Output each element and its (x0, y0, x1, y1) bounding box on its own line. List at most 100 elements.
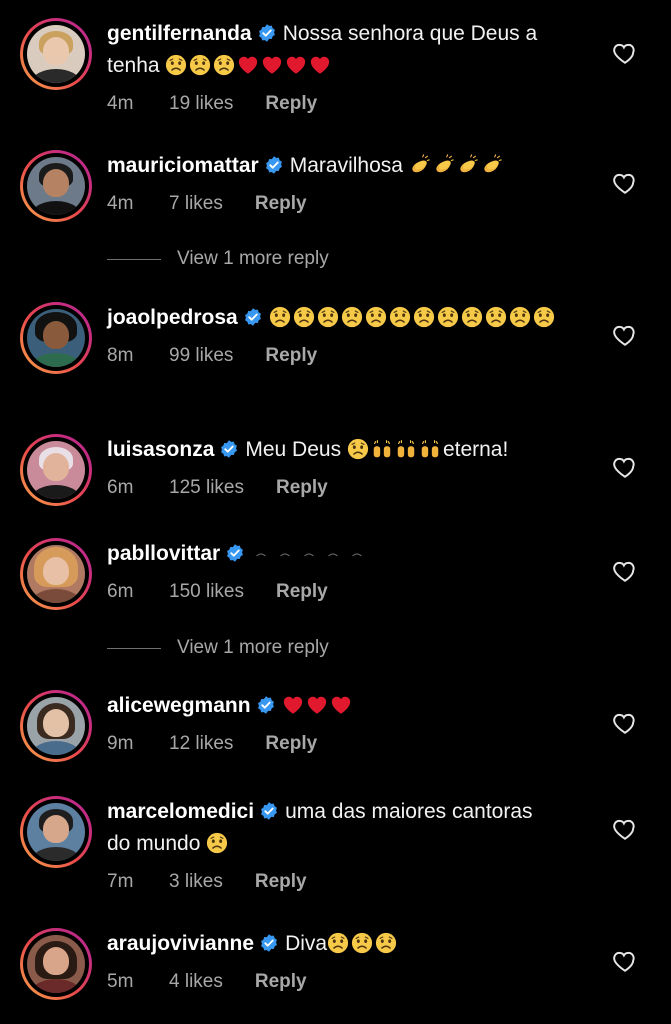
emoji-row (409, 154, 505, 177)
comment-likes[interactable]: 125 likes (169, 476, 244, 500)
sad-face-emoji (341, 306, 363, 328)
like-heart-icon[interactable] (612, 558, 638, 584)
faded-emoji (299, 542, 321, 564)
comment-likes[interactable]: 19 likes (169, 92, 233, 116)
username[interactable]: mauriciomattar (107, 154, 259, 177)
emoji-row (165, 54, 333, 77)
emoji-row (269, 306, 557, 329)
avatar-story-ring[interactable] (20, 690, 92, 762)
comment-text: mauriciomattar Maravilhosa (107, 150, 577, 182)
red-heart-emoji (330, 694, 352, 716)
username[interactable]: araujovivianne (107, 932, 254, 955)
reply-button[interactable]: Reply (265, 344, 317, 368)
sad-face-emoji (317, 306, 339, 328)
comment-likes[interactable]: 7 likes (169, 192, 223, 216)
comment-meta: 6m 125 likes Reply (107, 476, 577, 500)
verified-badge-icon (259, 931, 279, 952)
reply-button[interactable]: Reply (255, 870, 307, 894)
like-heart-icon[interactable] (612, 710, 638, 736)
like-heart-icon[interactable] (612, 170, 638, 196)
verified-badge-icon (257, 21, 277, 42)
comment-meta: 5m 4 likes Reply (107, 970, 577, 994)
avatar-story-ring[interactable] (20, 18, 92, 90)
raised-hands-emoji (419, 438, 441, 460)
comment-likes[interactable]: 4 likes (169, 970, 223, 994)
comment-meta: 4m 19 likes Reply (107, 92, 577, 116)
avatar-story-ring[interactable] (20, 538, 92, 610)
sad-face-emoji (365, 306, 387, 328)
like-heart-icon[interactable] (612, 816, 638, 842)
sad-face-emoji (189, 54, 211, 76)
clapping-hands-emoji (409, 154, 431, 176)
sad-face-emoji (293, 306, 315, 328)
username[interactable]: alicewegmann (107, 694, 251, 717)
comment-meta: 7m 3 likes Reply (107, 870, 577, 894)
comment-time: 6m (107, 477, 134, 498)
comment-time: 5m (107, 971, 134, 992)
comment-body: uma das maiores cantoras (285, 800, 533, 823)
username[interactable]: luisasonza (107, 438, 214, 461)
comment-meta: 4m 7 likes Reply (107, 192, 577, 216)
comment-meta: 6m 150 likes Reply (107, 580, 577, 604)
sad-face-emoji (206, 832, 228, 854)
comment-likes[interactable]: 3 likes (169, 870, 223, 894)
avatar (27, 25, 85, 83)
view-more-label: View 1 more reply (177, 248, 329, 269)
username[interactable]: gentilfernanda (107, 22, 252, 45)
comment-likes[interactable]: 12 likes (169, 732, 233, 756)
clapping-hands-emoji (481, 154, 503, 176)
clapping-hands-emoji (433, 154, 455, 176)
reply-button[interactable]: Reply (276, 476, 328, 500)
avatar-story-ring[interactable] (20, 796, 92, 868)
sad-face-emoji (413, 306, 435, 328)
like-heart-icon[interactable] (612, 40, 638, 66)
reply-button[interactable]: Reply (276, 580, 328, 604)
comment-body: Diva (285, 932, 328, 955)
comment-likes[interactable]: 150 likes (169, 580, 244, 604)
like-heart-icon[interactable] (612, 948, 638, 974)
like-heart-icon[interactable] (612, 454, 638, 480)
emoji-row (347, 438, 443, 461)
clapping-hands-emoji (457, 154, 479, 176)
view-more-replies[interactable]: View 1 more reply (107, 248, 329, 270)
like-heart-icon[interactable] (612, 322, 638, 348)
reply-button[interactable]: Reply (265, 92, 317, 116)
avatar (27, 157, 85, 215)
comment-text: luisasonza Meu Deus eterna! (107, 434, 577, 466)
divider (107, 647, 161, 649)
comment-body: Nossa senhora que Deus a (282, 22, 538, 45)
comment-text: araujovivianne Diva (107, 928, 577, 960)
avatar-story-ring[interactable] (20, 434, 92, 506)
sad-face-emoji (389, 306, 411, 328)
emoji-row (206, 832, 230, 855)
red-heart-emoji (285, 54, 307, 76)
comment-text: joaolpedrosa (107, 302, 577, 334)
username[interactable]: pabllovittar (107, 542, 220, 565)
comment-body: Meu Deus (245, 438, 342, 461)
avatar-story-ring[interactable] (20, 928, 92, 1000)
red-heart-emoji (309, 54, 331, 76)
reply-button[interactable]: Reply (255, 970, 307, 994)
comment-text: pabllovittar (107, 538, 577, 570)
raised-hands-emoji (395, 438, 417, 460)
reply-button[interactable]: Reply (255, 192, 307, 216)
red-heart-emoji (237, 54, 259, 76)
verified-badge-icon (225, 541, 245, 562)
username[interactable]: marcelomedici (107, 800, 254, 823)
comment-body: Maravilhosa (289, 154, 403, 177)
avatar-story-ring[interactable] (20, 150, 92, 222)
red-heart-emoji (261, 54, 283, 76)
avatar-story-ring[interactable] (20, 302, 92, 374)
username[interactable]: joaolpedrosa (107, 306, 238, 329)
avatar (27, 803, 85, 861)
sad-face-emoji (269, 306, 291, 328)
comment-likes[interactable]: 99 likes (169, 344, 233, 368)
sad-face-emoji (485, 306, 507, 328)
comment-body-cont: do mundo (107, 832, 201, 855)
faded-emoji (347, 542, 369, 564)
comment-meta: 8m 99 likes Reply (107, 344, 577, 368)
verified-badge-icon (243, 305, 263, 326)
view-more-replies[interactable]: View 1 more reply (107, 637, 329, 659)
comment-time: 4m (107, 93, 134, 114)
reply-button[interactable]: Reply (265, 732, 317, 756)
